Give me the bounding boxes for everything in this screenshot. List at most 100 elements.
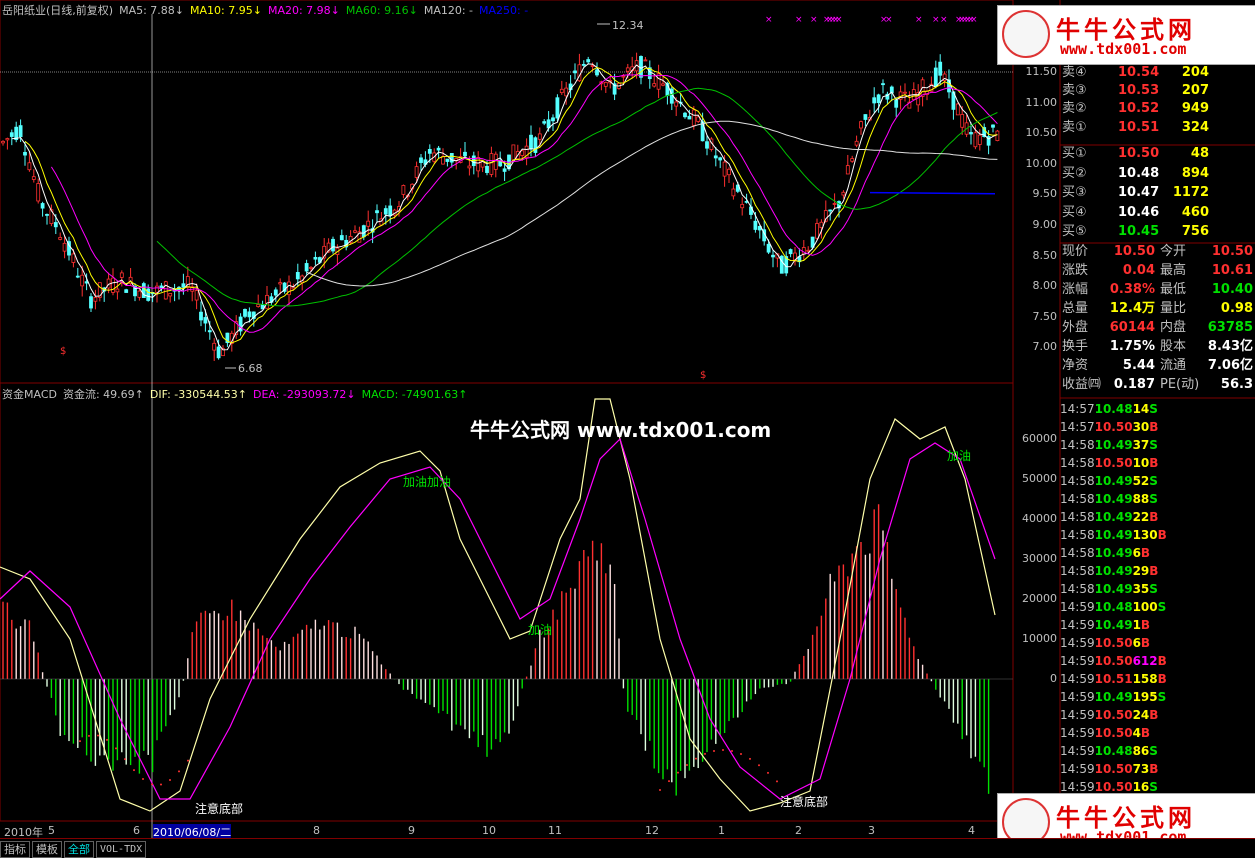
candle-body: [436, 147, 441, 151]
candle-body: [603, 82, 608, 87]
candle-body: [894, 99, 899, 108]
quote-label: 最高: [1160, 263, 1187, 278]
candle-body: [753, 220, 758, 230]
price-tick-label: 8.50: [1032, 248, 1058, 262]
candle-body: [115, 288, 120, 293]
tick-direction: B: [1149, 564, 1159, 578]
sell-level-row[interactable]: 卖④ 10.54 204: [1060, 64, 1255, 82]
level-label: 卖①: [1062, 119, 1087, 135]
tick-row[interactable]: 14:5810.4988S: [1060, 490, 1255, 508]
quote-row: 换手 1.75% 股本 8.43亿: [1060, 338, 1255, 356]
buy-level-row[interactable]: 买③ 10.47 1172: [1060, 184, 1255, 202]
quote-label: 股本: [1160, 339, 1187, 354]
candle-body: [691, 109, 696, 126]
tick-row[interactable]: 14:5910.5024B: [1060, 706, 1255, 724]
tick-row[interactable]: 14:5810.5010B: [1060, 454, 1255, 472]
tick-list[interactable]: 14:5710.4814S 14:5710.5030B 14:5810.4937S 1…: [1060, 400, 1255, 800]
tick-row[interactable]: 14:5910.504B: [1060, 724, 1255, 742]
candle-body: [969, 132, 973, 135]
tick-row[interactable]: 14:5910.51158B: [1060, 670, 1255, 688]
signal-dot: [142, 778, 144, 781]
tick-row[interactable]: 14:5810.4935S: [1060, 580, 1255, 598]
candle-body: [111, 277, 115, 293]
tick-price: 10.50: [1094, 762, 1133, 776]
tick-time: 14:58: [1060, 438, 1095, 452]
candle-body: [207, 330, 212, 333]
tick-direction: S: [1149, 780, 1158, 794]
high-annotation: 12.34: [612, 19, 644, 32]
tick-row[interactable]: 14:5710.5030B: [1060, 418, 1255, 436]
tick-row[interactable]: 14:5910.49195S: [1060, 688, 1255, 706]
candle-body: [273, 289, 278, 296]
candle-body: [194, 290, 199, 301]
price-tick-label: 10.50: [1025, 126, 1058, 140]
watermark-url: www.tdx001.com: [1060, 40, 1187, 58]
tab-template[interactable]: 模板: [32, 841, 62, 858]
quote-value: 8.43亿: [1207, 339, 1253, 354]
tick-row[interactable]: 14:5810.496B: [1060, 544, 1255, 562]
tick-row[interactable]: 14:5810.4929B: [1060, 562, 1255, 580]
tick-row[interactable]: 14:5910.506B: [1060, 634, 1255, 652]
price-tick-label: 7.50: [1032, 309, 1058, 323]
candle-body: [661, 83, 665, 86]
quote-label: 内盘: [1160, 320, 1187, 335]
signal-marker: ×: [970, 15, 978, 25]
quote-row: 收益㈣ 0.187 PE(动) 56.3: [1060, 376, 1255, 394]
tick-row[interactable]: 14:5810.49130B: [1060, 526, 1255, 544]
tick-direction: S: [1157, 600, 1167, 614]
tick-row[interactable]: 14:5810.4952S: [1060, 472, 1255, 490]
signal-dot: [115, 747, 117, 750]
tick-volume: 52: [1132, 474, 1150, 488]
candle-body: [845, 165, 850, 175]
tick-row[interactable]: 14:5710.4814S: [1060, 400, 1255, 418]
candle-body: [859, 121, 863, 129]
candle-body: [872, 97, 877, 104]
tick-price: 10.51: [1094, 672, 1133, 686]
candle-body: [643, 59, 648, 62]
tick-row[interactable]: 14:5910.491B: [1060, 616, 1255, 634]
tab-vol-tdx[interactable]: VOL-TDX: [96, 841, 147, 858]
sell-level-row[interactable]: 卖② 10.52 949: [1060, 100, 1255, 118]
tick-row[interactable]: 14:5910.48100S: [1060, 598, 1255, 616]
tick-row[interactable]: 14:5810.4937S: [1060, 436, 1255, 454]
tick-price: 10.48: [1094, 402, 1133, 416]
tick-volume: 100: [1132, 600, 1158, 614]
tab-all[interactable]: 全部: [64, 841, 94, 858]
level-volume: 894: [1181, 165, 1209, 181]
candle-body: [564, 87, 569, 97]
date-tick-label: 9: [408, 824, 415, 837]
tick-time: 14:57: [1060, 420, 1095, 434]
quote-value: 10.61: [1211, 263, 1253, 278]
signal-marker: ×: [940, 15, 948, 25]
tick-price: 10.48: [1094, 600, 1133, 614]
date-tick-label: 8: [313, 824, 320, 837]
tab-indicator[interactable]: 指标: [0, 841, 30, 858]
tick-row[interactable]: 14:5910.5073B: [1060, 760, 1255, 778]
quote-label: 流通: [1160, 358, 1187, 373]
quote-value: 7.06亿: [1207, 358, 1253, 373]
tick-direction: B: [1149, 420, 1159, 434]
tick-row[interactable]: 14:5910.50612B: [1060, 652, 1255, 670]
tick-price: 10.49: [1094, 438, 1133, 452]
tick-volume: 130: [1132, 528, 1158, 542]
candle-body: [559, 88, 564, 94]
quote-row: 涨幅 0.38% 最低 10.40: [1060, 281, 1255, 299]
level-price: 10.48: [1118, 165, 1160, 181]
candle-body: [159, 285, 164, 288]
sell-level-row[interactable]: 卖③ 10.53 207: [1060, 82, 1255, 100]
candle-body: [119, 272, 124, 278]
buy-level-row[interactable]: 买② 10.48 894: [1060, 165, 1255, 183]
buy-level-row[interactable]: 买⑤ 10.45 756: [1060, 223, 1255, 241]
tick-row[interactable]: 14:5810.4922B: [1060, 508, 1255, 526]
quote-value: 1.75%: [1109, 339, 1155, 354]
buy-level-row[interactable]: 买④ 10.46 460: [1060, 204, 1255, 222]
buy-level-row[interactable]: 买① 10.50 48: [1060, 145, 1255, 163]
signal-marker: ×: [932, 15, 940, 25]
candle-body: [375, 210, 379, 214]
tick-time: 14:58: [1060, 510, 1095, 524]
candle-body: [485, 165, 489, 173]
candle-body: [652, 83, 657, 87]
indicator-tick-label: 60000: [1022, 432, 1057, 445]
sell-level-row[interactable]: 卖① 10.51 324: [1060, 119, 1255, 137]
tick-row[interactable]: 14:5910.4886S: [1060, 742, 1255, 760]
